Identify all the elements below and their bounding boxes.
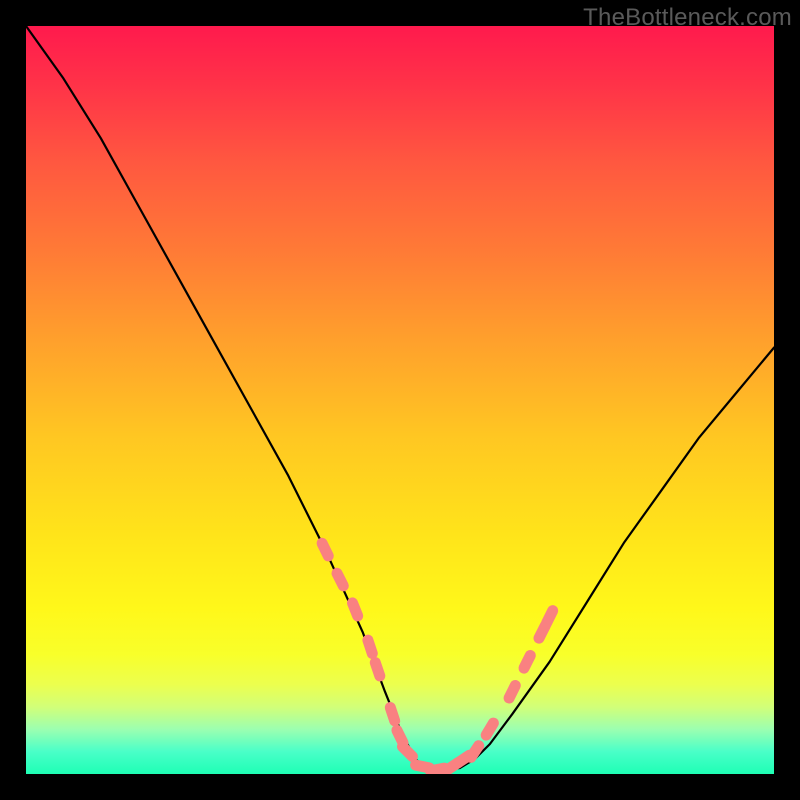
bottleneck-curve	[26, 26, 774, 770]
chart-plot-area	[26, 26, 774, 774]
watermark-text: TheBottleneck.com	[583, 4, 792, 32]
chart-svg	[26, 26, 774, 774]
curve-markers	[322, 543, 553, 771]
